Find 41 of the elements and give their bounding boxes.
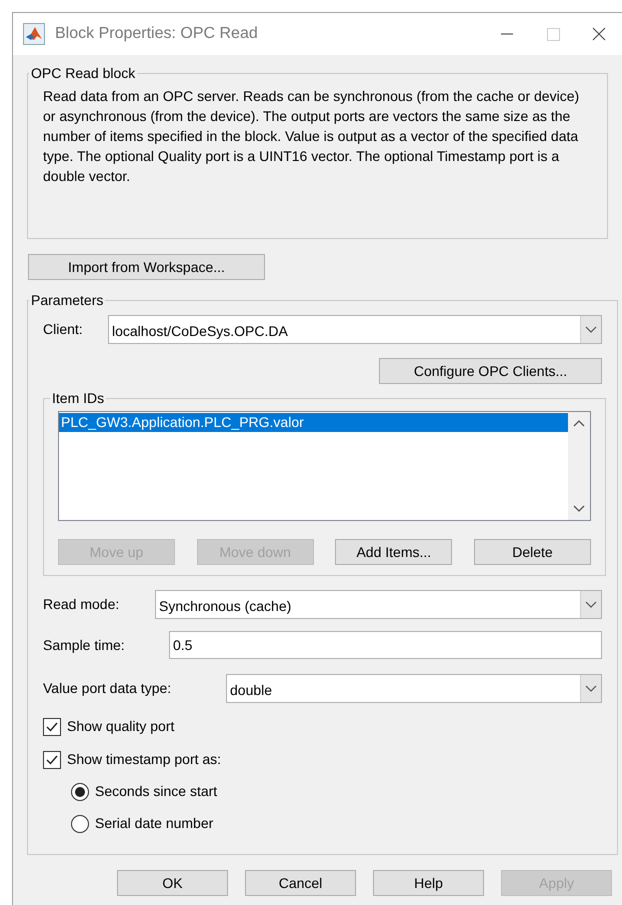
checkbox[interactable] [43, 718, 61, 736]
description-text: Read data from an OPC server. Reads can be synchronous (from the cache or device) or asynchronous (from the device). The output ports are vectors the same size as the number of items specified in the block. Value is output as a vector of the specified data type. The optional Quality port is a UINT16 vector. The optional Timestamp port is a double vector. [43, 87, 580, 186]
checkbox-label: Show timestamp port as: [67, 750, 222, 769]
dropdown-value: Synchronous (cache) [158, 597, 292, 616]
check-icon [46, 754, 58, 764]
window-title: Block Properties: OPC Read [55, 24, 258, 44]
dropdown[interactable]: localhost/CoDeSys.OPC.DA [108, 315, 602, 344]
dialog-button[interactable]: Configure OPC Clients... [379, 358, 602, 384]
dialog-button[interactable]: Add Items... [335, 539, 452, 565]
dropdown-value: localhost/CoDeSys.OPC.DA [111, 322, 289, 341]
field-label: Value port data type: [43, 679, 172, 698]
dialog-button[interactable]: Delete [474, 539, 591, 565]
scrollbar[interactable] [568, 412, 590, 520]
matlab-logo-icon [23, 23, 45, 45]
chevron-down-icon [585, 685, 597, 692]
dialog-button[interactable]: Cancel [245, 870, 356, 896]
scroll-up-icon[interactable] [573, 420, 585, 427]
dropdown[interactable]: Synchronous (cache) [155, 590, 602, 619]
radio-button[interactable] [71, 814, 89, 832]
dialog-button[interactable]: Help [373, 870, 484, 896]
list-item[interactable]: PLC_GW3.Application.PLC_PRG.valor [59, 413, 568, 432]
group-title: Item IDs [51, 389, 106, 408]
group-title: Parameters [30, 291, 104, 310]
radio-label: Serial date number [95, 814, 214, 833]
scroll-down-icon[interactable] [573, 505, 585, 512]
chevron-down-icon [585, 326, 597, 333]
radio-button[interactable] [71, 782, 89, 800]
dropdown[interactable]: double [226, 674, 602, 703]
chevron-down-icon [585, 601, 597, 608]
dropdown-value: double [229, 681, 274, 700]
checkbox-label: Show quality port [67, 717, 174, 736]
field-label: Read mode: [43, 595, 120, 614]
radio-label: Seconds since start [95, 782, 218, 801]
input-field[interactable]: 0.5 [169, 631, 602, 659]
dialog-button[interactable]: Import from Workspace... [28, 254, 265, 280]
checkbox[interactable] [43, 750, 61, 768]
group-title: OPC Read block [30, 64, 136, 83]
field-label: Sample time: [43, 636, 126, 655]
field-label: Client: [43, 320, 84, 339]
check-icon [46, 722, 58, 732]
dialog-button[interactable]: OK [117, 870, 228, 896]
